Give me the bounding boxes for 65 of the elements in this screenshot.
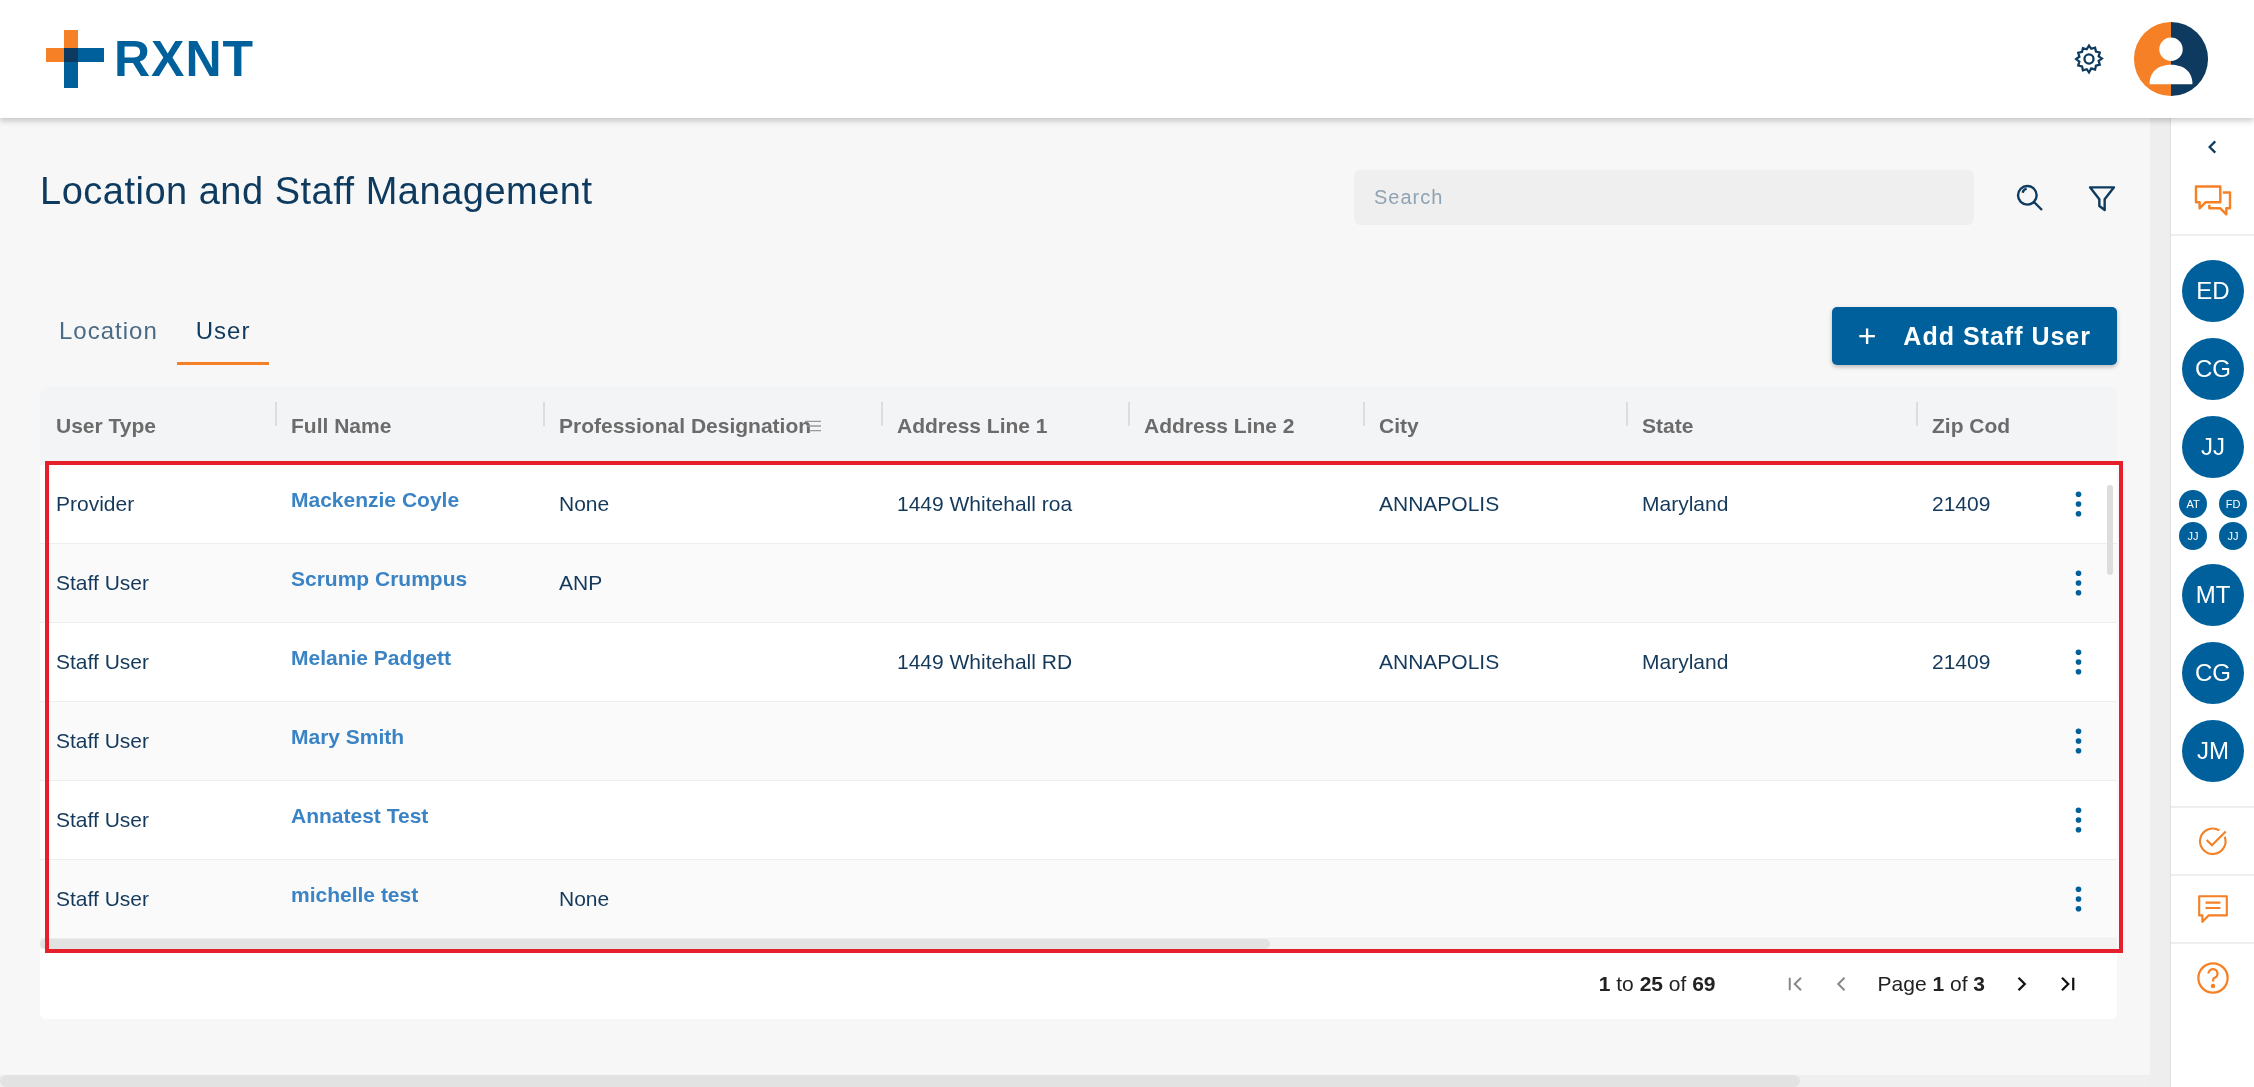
user-avatar[interactable]: MT <box>2182 564 2244 626</box>
column-header[interactable]: Professional Designation <box>559 414 812 438</box>
more-options-icon[interactable] <box>2075 886 2082 912</box>
mini-avatar[interactable]: JJ <box>2179 522 2207 550</box>
table-cell: 21409 <box>1932 650 1991 673</box>
add-staff-user-button[interactable]: + Add Staff User <box>1831 307 2117 365</box>
column-header[interactable]: User Type <box>56 414 156 438</box>
user-avatar[interactable]: CG <box>2182 642 2244 704</box>
mini-avatar[interactable]: FD <box>2219 490 2247 518</box>
user-name-link[interactable]: Mary Smith <box>291 729 405 748</box>
table-scrollbar[interactable] <box>2107 485 2113 575</box>
logo-text: RXNT <box>114 30 255 88</box>
table-cell: Provider <box>56 492 135 515</box>
check-circle-icon[interactable] <box>2196 824 2230 858</box>
user-name-link[interactable]: Melanie Padgett <box>291 650 451 669</box>
settings-icon[interactable] <box>2072 42 2106 76</box>
more-options-icon[interactable] <box>2075 807 2082 833</box>
column-header[interactable]: City <box>1379 414 1419 438</box>
user-name-link[interactable]: Annatest Test <box>291 808 429 827</box>
user-avatar[interactable]: JJ <box>2182 416 2244 478</box>
mini-avatar[interactable]: AT <box>2179 490 2207 518</box>
table-cell: 1449 Whitehall roa <box>897 492 1073 515</box>
table-cell: Staff User <box>56 650 149 673</box>
page-vertical-scrollbar[interactable] <box>2150 118 2170 1087</box>
message-icon[interactable] <box>2196 892 2230 926</box>
user-avatar[interactable]: CG <box>2182 338 2244 400</box>
table-cell: ANNAPOLIS <box>1379 492 1500 515</box>
user-name-link[interactable]: Scrump Crumpus <box>291 571 468 590</box>
table-cell: Staff User <box>56 571 149 594</box>
user-avatar[interactable]: JM <box>2182 720 2244 782</box>
table-cell: ANP <box>559 571 603 594</box>
mini-avatar[interactable]: JJ <box>2219 522 2247 550</box>
help-icon[interactable] <box>2195 960 2231 996</box>
table-cell: None <box>559 492 610 515</box>
more-options-icon[interactable] <box>2075 649 2082 675</box>
chat-bubbles-icon[interactable] <box>2193 184 2233 218</box>
table-cell: ANNAPOLIS <box>1379 650 1500 673</box>
user-name-link[interactable]: michelle test <box>291 887 419 906</box>
table-cell: Staff User <box>56 887 149 910</box>
more-options-icon[interactable] <box>2075 570 2082 596</box>
more-options-icon[interactable] <box>2075 728 2082 754</box>
table-cell: 21409 <box>1932 492 1991 515</box>
row-range-text: 1 to 25 of 69 <box>1598 972 1716 996</box>
logo-cross-icon <box>44 28 106 90</box>
search-field[interactable]: Search <box>1354 170 1974 225</box>
table-cell: 1449 Whitehall RD <box>897 650 1073 673</box>
tab[interactable]: Location <box>40 317 177 365</box>
table-cell: Maryland <box>1642 492 1729 515</box>
more-options-icon[interactable] <box>2075 491 2082 517</box>
tab[interactable]: User <box>176 317 270 365</box>
user-name-link[interactable]: Mackenzie Coyle <box>291 492 460 511</box>
user-avatar[interactable]: ED <box>2182 260 2244 322</box>
table-cell: Maryland <box>1642 650 1729 673</box>
column-header[interactable]: Full Name <box>291 414 392 438</box>
column-header[interactable]: Address Line 1 <box>897 414 1048 438</box>
column-header[interactable]: State <box>1642 414 1694 438</box>
table-cell: None <box>559 887 610 910</box>
column-header[interactable]: Zip Cod <box>1932 414 2011 438</box>
column-header[interactable]: Address Line 2 <box>1144 414 1295 438</box>
profile-avatar-icon[interactable] <box>2132 20 2210 98</box>
table-cell: Staff User <box>56 808 149 831</box>
table-cell: Staff User <box>56 729 149 752</box>
page-indicator: Page 1 of 3 <box>1877 972 1985 996</box>
page-title: Location and Staff Management <box>40 170 593 213</box>
horizontal-scrollbar[interactable] <box>40 939 2117 949</box>
